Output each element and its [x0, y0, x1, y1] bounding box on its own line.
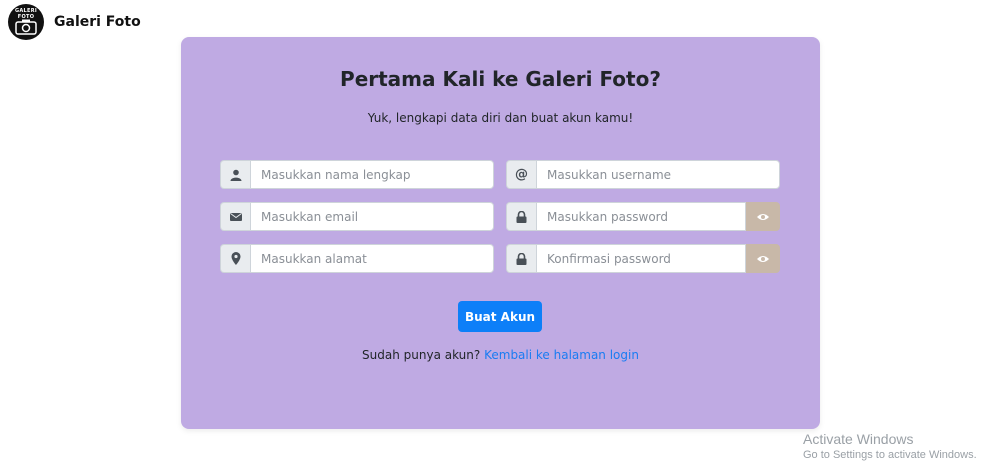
- windows-activation-watermark: Activate Windows Go to Settings to activ…: [803, 431, 977, 461]
- address-field: [220, 244, 494, 273]
- envelope-icon: [220, 202, 250, 231]
- login-link[interactable]: Kembali ke halaman login: [484, 348, 639, 362]
- lock-icon: [506, 244, 536, 273]
- password-input[interactable]: [536, 202, 746, 231]
- lock-icon: [506, 202, 536, 231]
- confirm-password-input[interactable]: [536, 244, 746, 273]
- eye-icon[interactable]: [746, 202, 780, 231]
- fullname-input[interactable]: [250, 160, 494, 189]
- login-prompt: Sudah punya akun? Kembali ke halaman log…: [181, 348, 820, 362]
- brand[interactable]: GALERI FOTO Galeri Foto: [8, 4, 141, 40]
- camera-icon: [15, 19, 37, 35]
- page-title: Pertama Kali ke Galeri Foto?: [340, 67, 661, 91]
- watermark-title: Activate Windows: [803, 431, 914, 447]
- email-input[interactable]: [250, 202, 494, 231]
- brand-name: Galeri Foto: [54, 14, 141, 30]
- confirm-password-field: [506, 244, 780, 273]
- fullname-field: [220, 160, 494, 189]
- create-account-button[interactable]: Buat Akun: [458, 301, 542, 332]
- page-subtitle: Yuk, lengkapi data diri dan buat akun ka…: [367, 111, 634, 125]
- logo-text: GALERI FOTO: [14, 8, 38, 20]
- password-field: [506, 202, 780, 231]
- username-input[interactable]: [536, 160, 780, 189]
- at-icon: @: [506, 160, 536, 189]
- email-field: [220, 202, 494, 231]
- username-field: @: [506, 160, 780, 189]
- address-input[interactable]: [250, 244, 494, 273]
- login-prompt-text: Sudah punya akun?: [362, 348, 481, 362]
- register-card: Pertama Kali ke Galeri Foto? Yuk, lengka…: [181, 37, 820, 429]
- eye-icon[interactable]: [746, 244, 780, 273]
- user-icon: [220, 160, 250, 189]
- watermark-subtitle: Go to Settings to activate Windows.: [803, 449, 977, 461]
- logo: GALERI FOTO: [8, 4, 44, 40]
- map-pin-icon: [220, 244, 250, 273]
